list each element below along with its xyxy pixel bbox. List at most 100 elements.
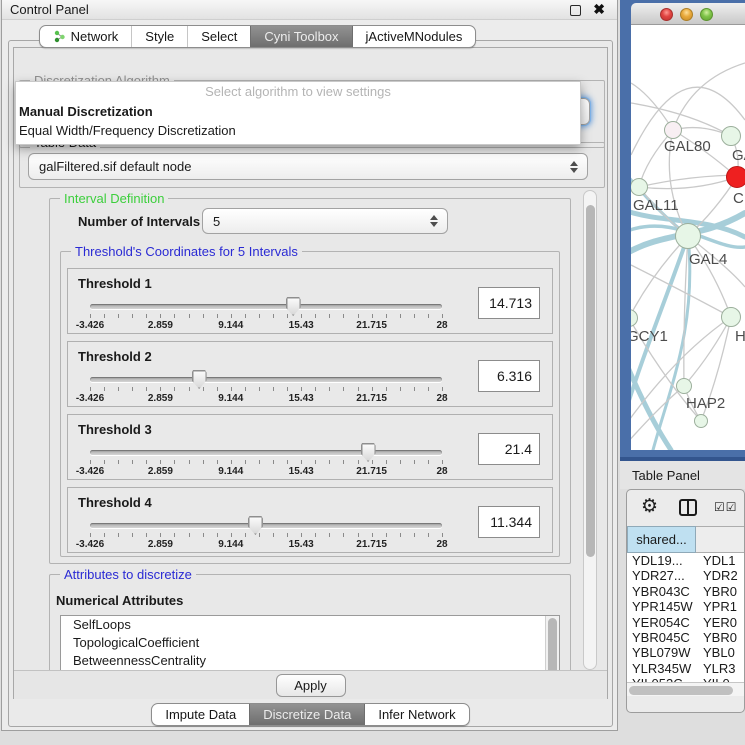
network-node[interactable] (721, 126, 741, 146)
table-row[interactable]: YDL19...YDL1 (627, 553, 745, 568)
table-data-group: Table Data galFiltered.sif default node (19, 142, 605, 188)
list-item[interactable]: BetweennessCentrality (61, 652, 559, 670)
apply-button[interactable]: Apply (276, 674, 346, 697)
table-row[interactable]: YPR145WYPR1 (627, 599, 745, 614)
network-node[interactable] (675, 223, 701, 249)
cell-name[interactable]: YBR0 (696, 630, 745, 645)
threshold-value-field[interactable]: 21.4 (478, 433, 540, 465)
tab-discretize-data[interactable]: Discretize Data (249, 704, 364, 725)
slider-track[interactable] (90, 523, 442, 528)
network-canvas[interactable]: GAL80GACGAL11GAL4GCY1HHAP2 (631, 25, 745, 450)
threshold-slider[interactable]: -3.4262.8599.14415.4321.71528 (90, 518, 442, 552)
table-row[interactable]: YER054CYER0 (627, 615, 745, 630)
list-item[interactable]: TopologicalCoefficient (61, 634, 559, 652)
close-traffic-light-icon[interactable] (660, 8, 673, 21)
cell-shared-name[interactable]: YLR345W (627, 661, 696, 676)
threshold-value-field[interactable]: 14.713 (478, 287, 540, 319)
network-node[interactable] (631, 178, 648, 196)
scrollbar-thumb[interactable] (586, 205, 595, 557)
slider-ticks (90, 387, 442, 392)
float-window-icon[interactable] (570, 5, 581, 16)
cell-shared-name[interactable]: YPR145W (627, 599, 696, 614)
network-node-label: GA (732, 147, 745, 164)
table-toolbar: ⚙ ☑☑ (627, 490, 744, 526)
table-row[interactable]: YBR043CYBR0 (627, 584, 745, 599)
threshold-slider[interactable]: -3.4262.8599.14415.4321.71528 (90, 299, 442, 333)
cell-shared-name[interactable]: YDR27... (627, 568, 696, 583)
network-node-label: GAL4 (689, 251, 727, 268)
cell-name[interactable]: YPR1 (696, 599, 745, 614)
cell-name[interactable]: YLR3 (696, 661, 745, 676)
cell-name[interactable]: YBL0 (696, 645, 745, 660)
slider-track[interactable] (90, 304, 442, 309)
scrollbar-thumb[interactable] (629, 686, 733, 695)
number-of-intervals-combobox[interactable]: 5 (202, 208, 448, 234)
tab-label: Impute Data (165, 707, 236, 722)
tab-impute-data[interactable]: Impute Data (152, 704, 249, 725)
cell-shared-name[interactable]: YBL079W (627, 645, 696, 660)
select-columns-checkbox-icons[interactable]: ☑☑ (714, 500, 738, 514)
table-horizontal-scrollbar[interactable] (627, 682, 745, 696)
apply-bar: Apply (14, 670, 607, 699)
group-title: Interval Definition (60, 191, 168, 206)
cell-shared-name[interactable]: YER054C (627, 615, 696, 630)
network-node[interactable] (631, 309, 638, 327)
table-row[interactable]: YBL079WYBL0 (627, 645, 745, 660)
tab-jactivemodules[interactable]: jActiveMNodules (352, 26, 476, 47)
gear-icon[interactable]: ⚙ (641, 495, 658, 517)
window-title: Control Panel (10, 2, 89, 17)
columns-icon[interactable] (679, 499, 697, 516)
list-item[interactable]: SelfLoops (61, 616, 559, 634)
threshold-slider[interactable]: -3.4262.8599.14415.4321.71528 (90, 445, 442, 479)
minimize-traffic-light-icon[interactable] (680, 8, 693, 21)
tab-label: jActiveMNodules (366, 29, 463, 44)
close-icon[interactable]: ✖ (593, 1, 605, 18)
cytopanel-tab-bar: Network Style Select Cyni Toolbox jActiv… (2, 25, 617, 48)
threshold-label: Threshold 1 (78, 276, 152, 291)
number-of-intervals-label: Number of Intervals (78, 214, 200, 229)
column-header-name[interactable]: n (696, 526, 745, 553)
table-rows: YDL19...YDL1YDR27...YDR2YBR043CYBR0YPR14… (627, 553, 745, 682)
cell-name[interactable]: YDR2 (696, 568, 745, 583)
tab-select[interactable]: Select (187, 26, 250, 47)
cell-shared-name[interactable]: YDL19... (627, 553, 696, 568)
network-window-titlebar[interactable] (631, 3, 745, 25)
tab-style[interactable]: Style (131, 26, 187, 47)
dropdown-option-equal-width[interactable]: Equal Width/Frequency Discretization (16, 121, 580, 140)
column-header-shared-name[interactable]: shared... (627, 526, 696, 553)
network-node[interactable] (676, 378, 692, 394)
cell-shared-name[interactable]: YBR045C (627, 630, 696, 645)
cell-name[interactable]: YBR0 (696, 584, 745, 599)
combo-arrows-icon (570, 161, 578, 173)
slider-tick-labels: -3.4262.8599.14415.4321.71528 (90, 393, 442, 405)
dropdown-option-manual[interactable]: Manual Discretization (16, 102, 580, 121)
table-row[interactable]: YBR045CYBR0 (627, 630, 745, 645)
network-node[interactable] (664, 121, 682, 139)
slider-track[interactable] (90, 450, 442, 455)
cell-name[interactable]: YER0 (696, 615, 745, 630)
table-row[interactable]: YLR345WYLR3 (627, 661, 745, 676)
zoom-traffic-light-icon[interactable] (700, 8, 713, 21)
group-title: Attributes to discretize (60, 567, 196, 582)
threshold-value-field[interactable]: 11.344 (478, 506, 540, 538)
cell-shared-name[interactable]: YBR043C (627, 584, 696, 599)
tab-infer-network[interactable]: Infer Network (364, 704, 468, 725)
network-view-window: GAL80GACGAL11GAL4GCY1HHAP2 (620, 0, 745, 461)
network-node[interactable] (726, 166, 745, 188)
numerical-attributes-list[interactable]: SelfLoopsTopologicalCoefficientBetweenne… (60, 615, 560, 670)
threshold-slider[interactable]: -3.4262.8599.14415.4321.71528 (90, 372, 442, 406)
network-node[interactable] (694, 414, 708, 428)
slider-tick-labels: -3.4262.8599.14415.4321.71528 (90, 539, 442, 551)
cyni-toolbox-panel: Discretization Algorithm Select algorith… (8, 40, 613, 727)
tab-cyni-toolbox[interactable]: Cyni Toolbox (250, 26, 351, 47)
dropdown-placeholder: Select algorithm to view settings (16, 82, 580, 102)
cell-name[interactable]: YDL1 (696, 553, 745, 568)
tab-network[interactable]: Network (40, 26, 132, 47)
threshold-value-field[interactable]: 6.316 (478, 360, 540, 392)
table-row[interactable]: YDR27...YDR2 (627, 568, 745, 583)
settings-scrollbar[interactable] (583, 190, 597, 670)
table-data-combobox[interactable]: galFiltered.sif default node (28, 153, 588, 180)
slider-track[interactable] (90, 377, 442, 382)
list-scrollbar[interactable] (545, 616, 559, 670)
network-node[interactable] (721, 307, 741, 327)
